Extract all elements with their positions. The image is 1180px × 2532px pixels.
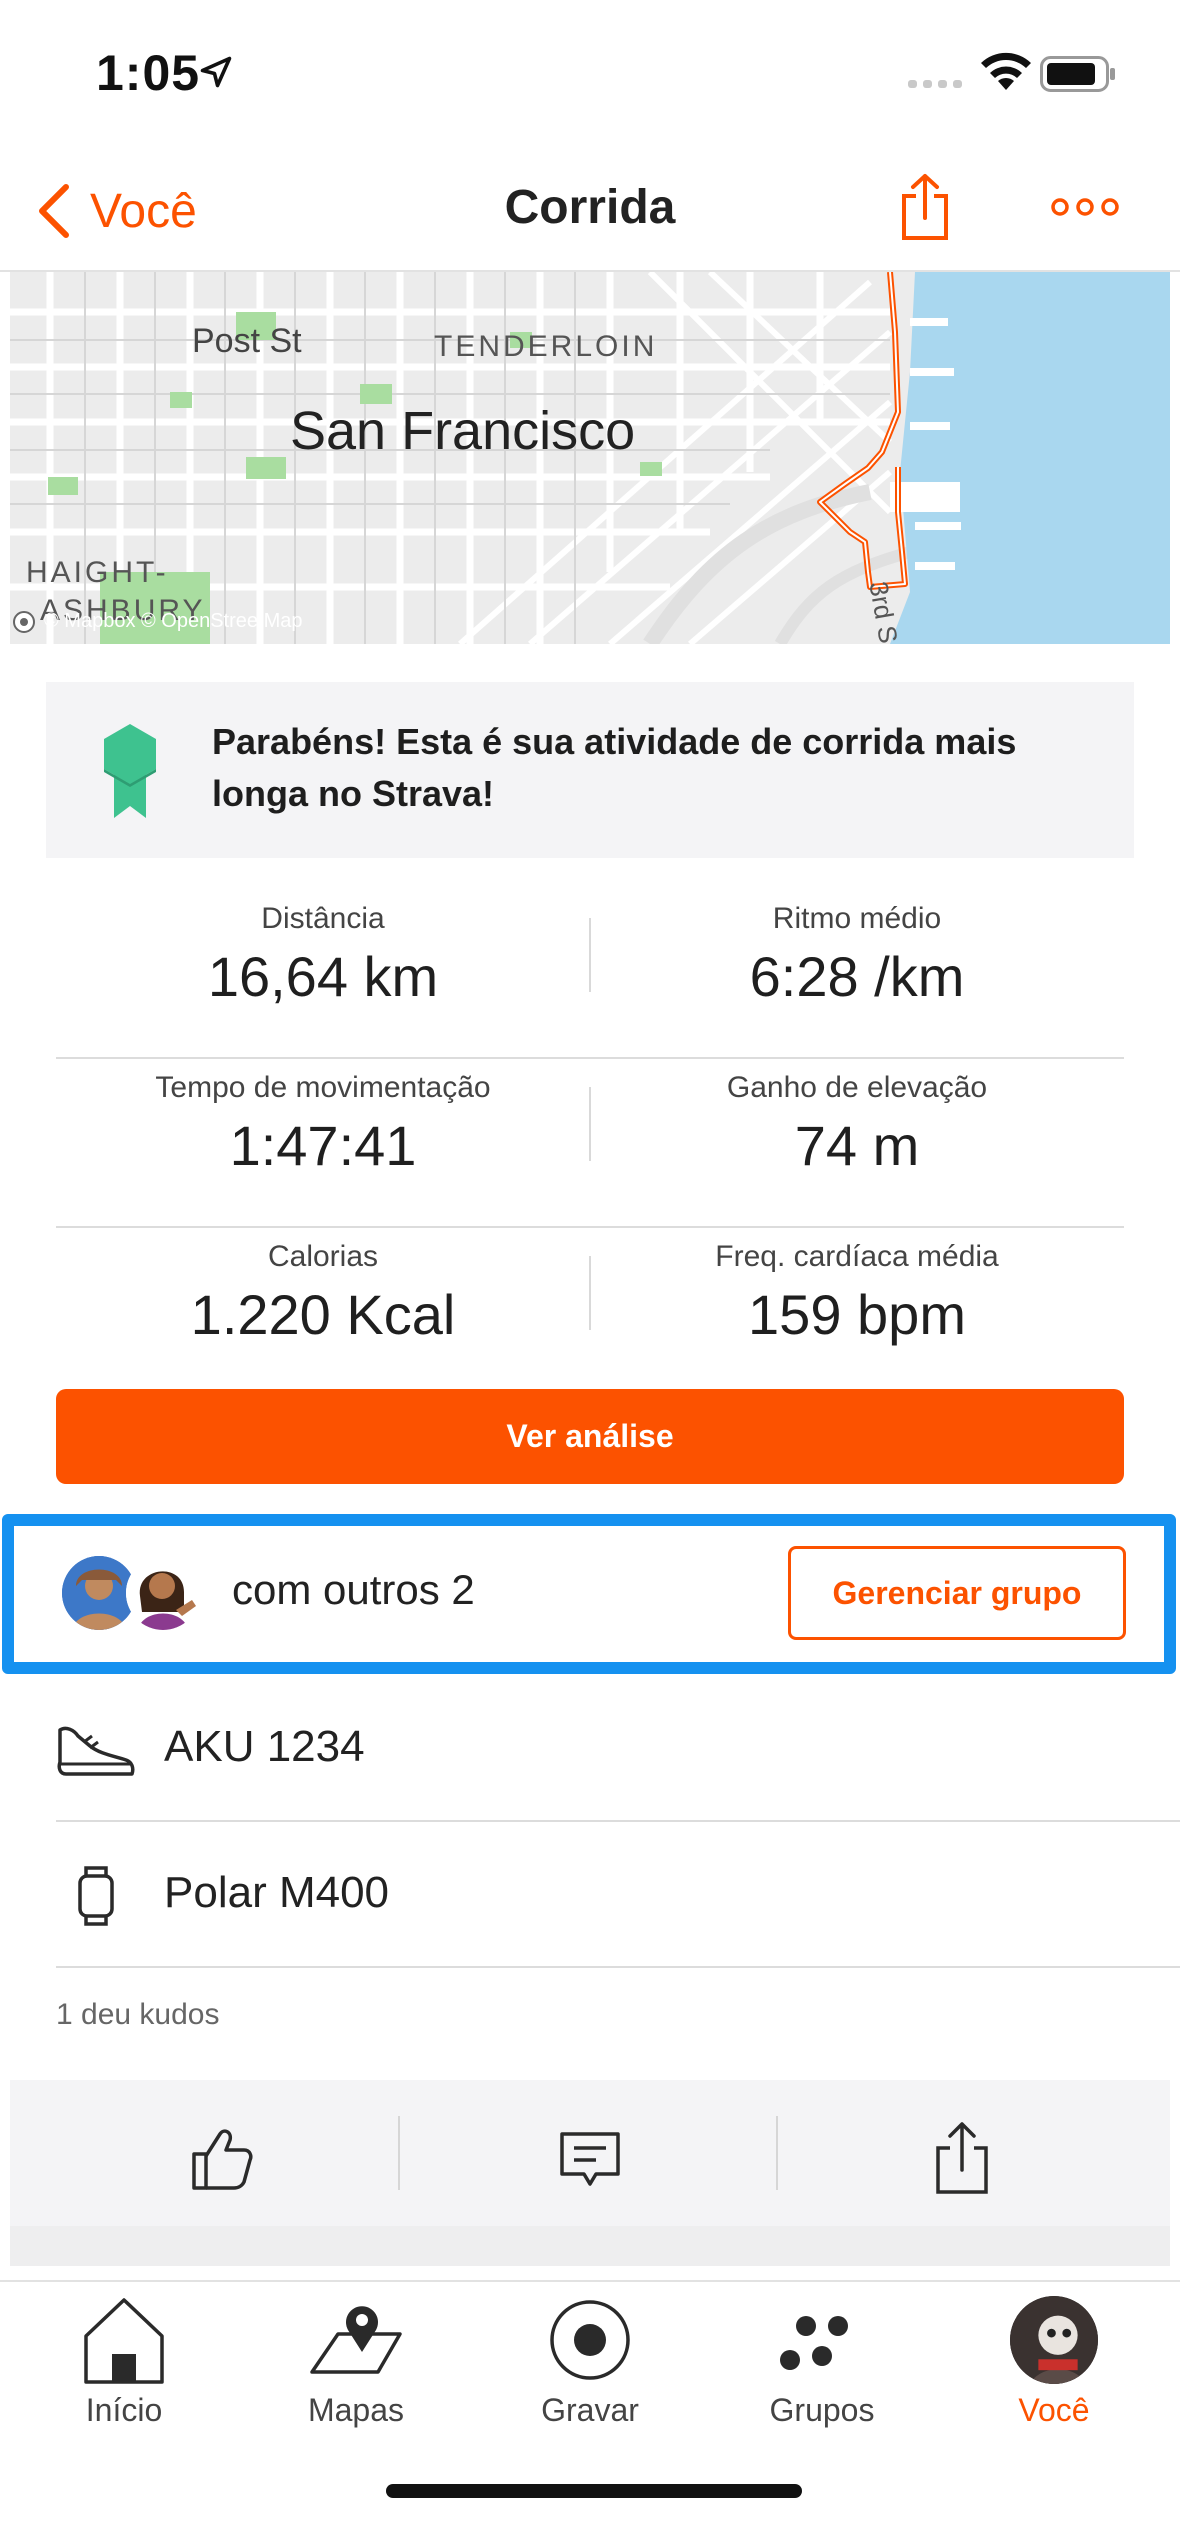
stat-label: Calorias (267, 1240, 379, 1273)
achievement-badge-icon (104, 724, 156, 818)
tab-groups[interactable]: Grupos (704, 2292, 940, 2442)
gear-row-device[interactable]: Polar M400 (56, 1822, 1180, 1968)
map-label-haight: HAIGHT- (26, 556, 169, 589)
stat-distance: Distância 16,64 km (56, 890, 590, 1009)
gear-name: Polar M400 (164, 1868, 390, 1917)
stat-value: 6:28 /km (749, 945, 965, 1008)
map-label-tenderloin: TENDERLOIN (434, 330, 658, 363)
nav-header: Você Corrida (0, 150, 1180, 272)
manage-group-button[interactable]: Gerenciar grupo (788, 1546, 1126, 1640)
tab-home[interactable]: Início (6, 2292, 242, 2442)
achievement-text: Parabéns! Esta é sua atividade de corrid… (212, 721, 1017, 814)
action-divider (398, 2116, 400, 2190)
group-activity-section[interactable]: com outros 2 Gerenciar grupo (2, 1514, 1176, 1674)
athlete-avatar[interactable] (126, 1556, 200, 1630)
stats-row: Calorias 1.220 Kcal Freq. cardíaca média… (56, 1228, 1124, 1397)
stat-value: 1.220 Kcal (190, 1283, 456, 1346)
tab-label: Início (85, 2392, 163, 2428)
stats-row: Tempo de movimentação 1:47:41 Ganho de e… (56, 1059, 1124, 1228)
share-icon[interactable] (922, 2118, 1002, 2198)
tab-label: Grupos (769, 2392, 875, 2428)
tab-maps[interactable]: Mapas (238, 2292, 474, 2442)
watch-icon (78, 1866, 114, 1926)
activity-map[interactable]: Post St TENDERLOIN San Francisco HAIGHT-… (10, 272, 1170, 644)
activity-stats: Distância 16,64 km Ritmo médio 6:28 /km … (56, 890, 1124, 1397)
battery-icon (1040, 56, 1115, 92)
profile-photo (1010, 2296, 1098, 2384)
share-icon[interactable] (898, 172, 952, 242)
stat-value: 16,64 km (207, 945, 439, 1008)
groups-icon (780, 2316, 848, 2370)
kudos-count[interactable]: 1 deu kudos (56, 1998, 219, 2032)
person-emoji-icon (62, 1556, 136, 1630)
status-bar: 1:05 (0, 0, 1180, 150)
achievement-banner: Parabéns! Esta é sua atividade de corrid… (46, 682, 1134, 858)
tab-label: Mapas (307, 2392, 405, 2428)
tab-you[interactable]: Você (936, 2292, 1172, 2442)
stat-value: 74 m (794, 1114, 920, 1177)
home-indicator[interactable] (386, 2484, 802, 2498)
wifi-icon (981, 52, 1031, 90)
stat-moving-time: Tempo de movimentação 1:47:41 (56, 1059, 590, 1178)
comment-icon[interactable] (550, 2118, 630, 2198)
athlete-avatar[interactable] (62, 1556, 136, 1630)
page-title: Corrida (504, 181, 676, 234)
map-label-post-st: Post St (192, 322, 302, 360)
status-time: 1:05 (96, 45, 201, 101)
stat-calories: Calorias 1.220 Kcal (56, 1228, 590, 1347)
group-members-text[interactable]: com outros 2 (232, 1566, 475, 1614)
stat-label: Ritmo médio (772, 902, 942, 935)
gear-row-shoes[interactable]: AKU 1234 (56, 1676, 1180, 1822)
tab-label: Você (1018, 2392, 1090, 2428)
stat-avg-heart-rate: Freq. cardíaca média 159 bpm (590, 1228, 1124, 1347)
stat-value: 1:47:41 (229, 1114, 417, 1177)
gear-name: AKU 1234 (164, 1722, 365, 1771)
kudos-thumbs-up-icon[interactable] (180, 2118, 260, 2198)
social-action-bar (10, 2080, 1170, 2226)
stat-label: Tempo de movimentação (155, 1071, 491, 1104)
record-icon (550, 2300, 630, 2380)
stat-avg-pace: Ritmo médio 6:28 /km (590, 890, 1124, 1009)
tab-record[interactable]: Gravar (472, 2292, 708, 2442)
person-emoji-icon (126, 1556, 200, 1630)
stat-label: Freq. cardíaca média (715, 1240, 999, 1273)
home-icon (84, 2298, 164, 2384)
map-label-city: San Francisco (290, 401, 636, 461)
view-analysis-button[interactable]: Ver análise (56, 1389, 1124, 1484)
stats-row: Distância 16,64 km Ritmo médio 6:28 /km (56, 890, 1124, 1059)
stat-label: Distância (261, 902, 385, 935)
profile-avatar (1010, 2296, 1098, 2384)
shoe-icon (57, 1726, 135, 1776)
location-arrow-icon (200, 56, 232, 88)
map-credit[interactable]: © Mapbox © OpenStreetMap (44, 610, 303, 633)
map-icon (310, 2306, 402, 2374)
stat-label: Ganho de elevação (726, 1071, 988, 1104)
more-options-icon[interactable] (1050, 192, 1120, 222)
stat-value: 159 bpm (748, 1283, 966, 1346)
cellular-signal-icon (908, 80, 962, 88)
tab-label: Gravar (541, 2392, 639, 2428)
stat-elevation-gain: Ganho de elevação 74 m (590, 1059, 1124, 1178)
action-divider (776, 2116, 778, 2190)
section-spacer (10, 2226, 1170, 2266)
